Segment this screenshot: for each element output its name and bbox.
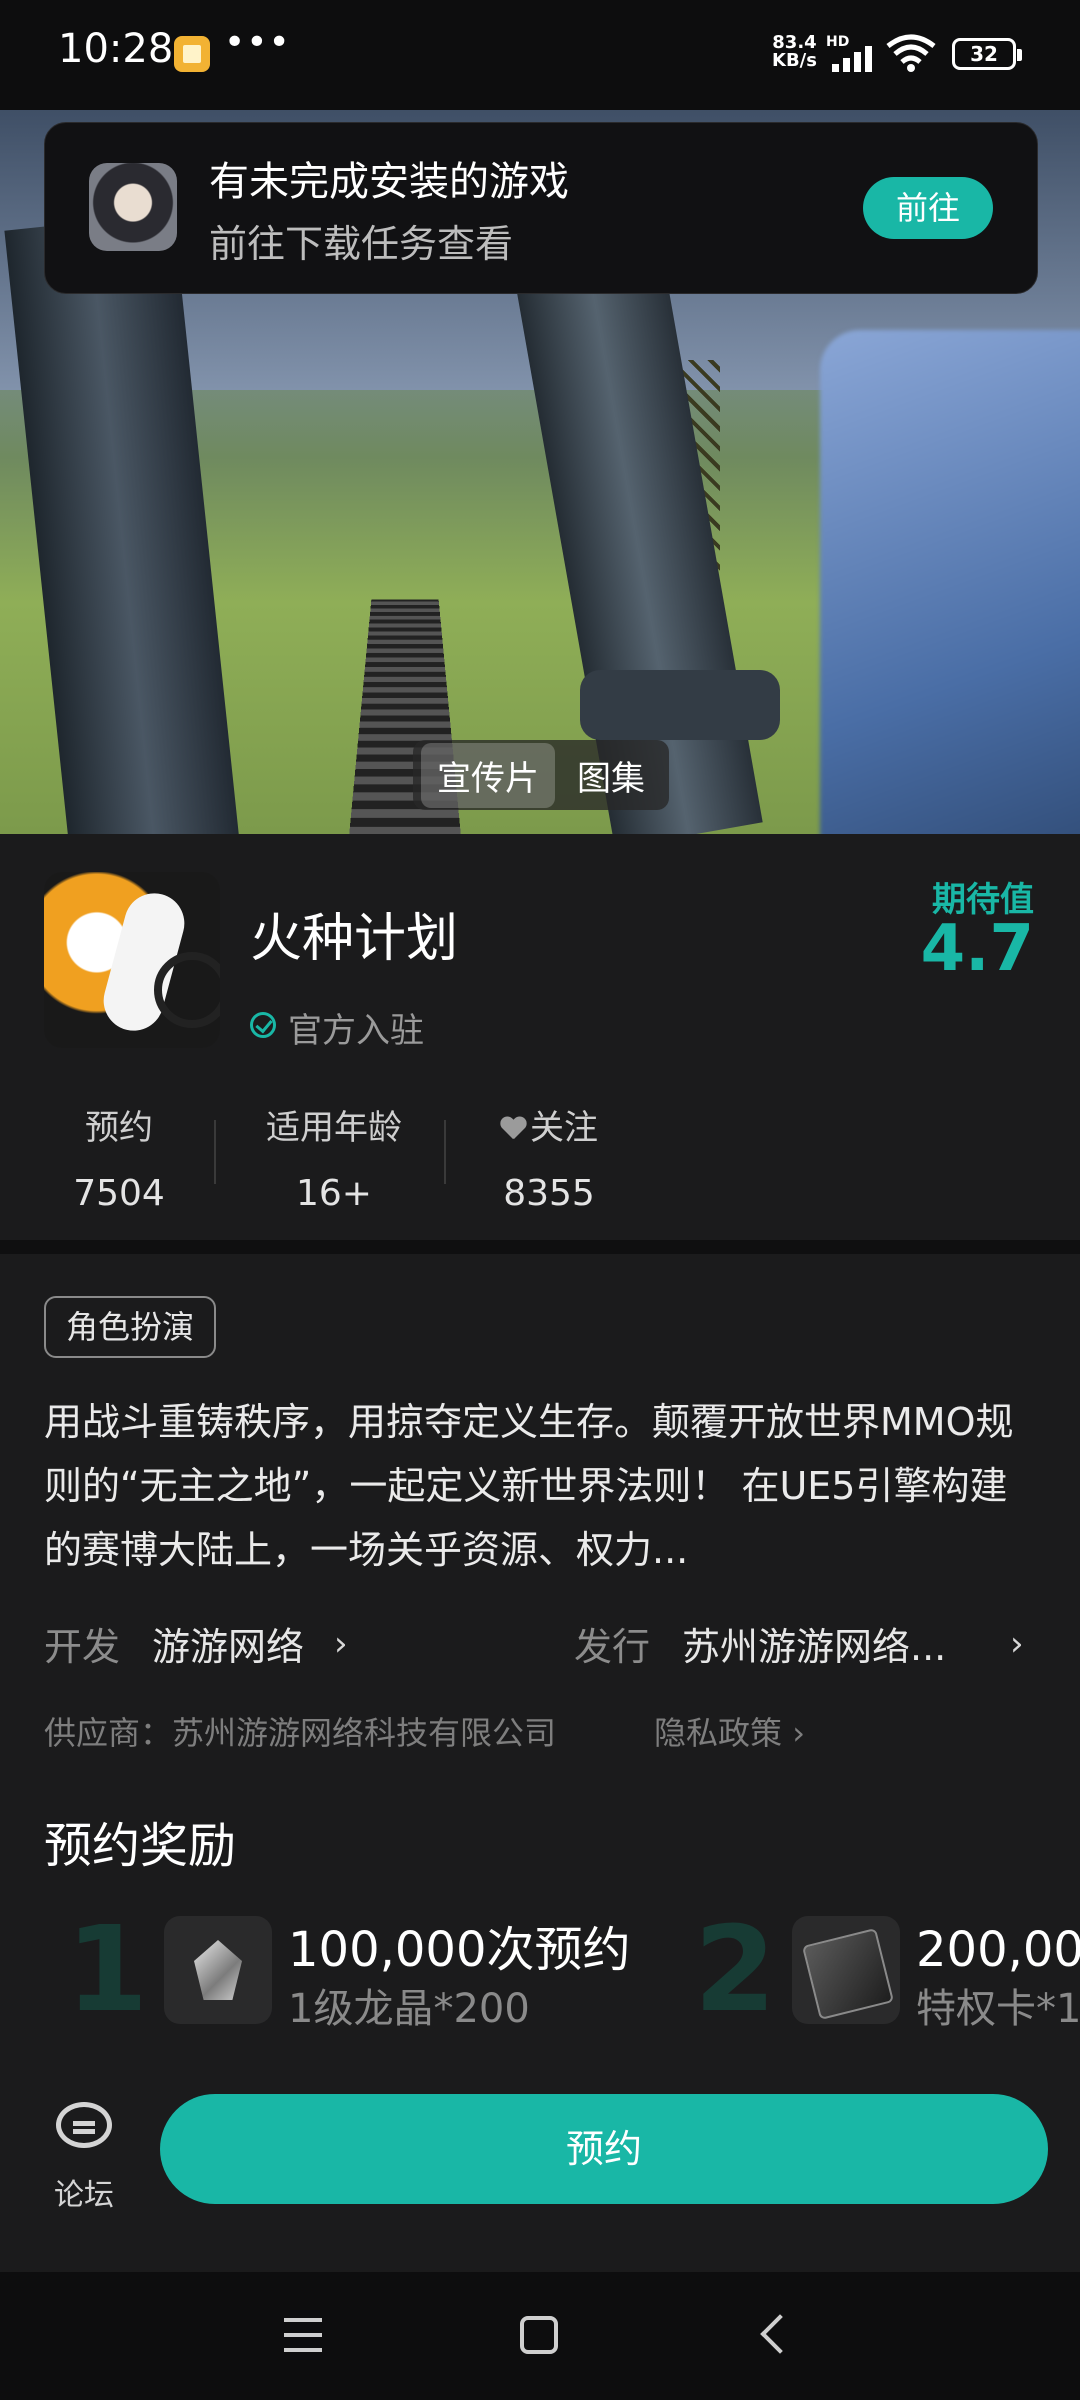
scene-pillar-base [580, 670, 780, 740]
verified-label: 官方入驻 [288, 1011, 424, 1051]
forum-icon[interactable] [56, 2102, 112, 2148]
reward-item[interactable]: 1 100,000次预约 1级龙晶*200 [66, 1900, 631, 2040]
genre-tag[interactable]: 角色扮演 [44, 1296, 217, 1358]
card-icon [792, 1916, 900, 2024]
supplier-info: 供应商：苏州游游网络科技有限公司 [44, 1714, 557, 1752]
developer-label: 开发 [44, 1625, 121, 1669]
notification-app-icon [174, 36, 210, 72]
publisher-link[interactable]: 苏州游游网络... [682, 1616, 946, 1671]
bottom-action-bar: 论坛 预约 [0, 2062, 1080, 2272]
system-nav-bar [0, 2272, 1080, 2400]
wifi-icon [886, 34, 936, 72]
back-icon[interactable] [760, 2314, 800, 2354]
privacy-policy-link[interactable]: 隐私政策 › [654, 1708, 805, 1754]
network-speed: 83.4 KB/s [772, 34, 817, 70]
game-icon [44, 872, 220, 1048]
publisher-label: 发行 [574, 1625, 651, 1669]
stat-label: 关注 [474, 1100, 624, 1149]
status-bar: 10:28 ••• 83.4 KB/s HD 32 [0, 0, 1080, 110]
stat-divider [444, 1120, 446, 1184]
heart-icon [500, 1117, 526, 1141]
more-notifications-icon: ••• [224, 22, 291, 63]
game-stats: 预约 7504 适用年龄 16+ 关注 8355 [44, 1100, 644, 1214]
media-tabs: 宣传片 图集 [413, 740, 669, 810]
stat-value: 8355 [503, 1173, 595, 1214]
go-button[interactable]: 前往 [863, 177, 993, 239]
stat-reservations: 预约 7504 [44, 1100, 194, 1214]
notification-avatar [89, 163, 177, 251]
reward-rank: 1 [66, 1900, 149, 2038]
stat-value: 7504 [73, 1173, 165, 1214]
reward-milestone: 200,000次预约 [916, 1922, 1080, 1978]
reward-item[interactable]: 2 200,000次预约 特权卡*1 [694, 1910, 1080, 2040]
reserve-button[interactable]: 预约 [160, 2094, 1048, 2204]
tab-promo-video[interactable]: 宣传片 [421, 742, 555, 808]
reward-milestone: 100,000次预约 [288, 1922, 631, 1978]
home-icon[interactable] [520, 2316, 558, 2354]
scene-rock [820, 330, 1080, 834]
reward-rank: 2 [694, 1910, 777, 2038]
network-speed-unit: KB/s [772, 50, 817, 71]
forum-label[interactable]: 论坛 [54, 2170, 114, 2214]
chevron-right-icon: › [334, 1624, 348, 1664]
rewards-title: 预约奖励 [44, 1818, 237, 1874]
stat-age-rating: 适用年龄 16+ [244, 1100, 424, 1214]
status-time: 10:28 [58, 26, 174, 72]
signal-icon [832, 46, 872, 72]
crystal-icon [164, 1916, 272, 2024]
stat-label-text: 关注 [530, 1108, 598, 1148]
reward-prize: 特权卡*1 [916, 1986, 1080, 2032]
chevron-right-icon: › [792, 1714, 805, 1752]
stat-value: 16+ [296, 1173, 372, 1214]
expectation-score: 4.7 [920, 912, 1034, 986]
chevron-right-icon: › [1010, 1624, 1024, 1664]
game-title: 火种计划 [250, 909, 459, 969]
stat-divider [214, 1120, 216, 1184]
notification-title: 有未完成安装的游戏 [209, 159, 569, 205]
developer-link[interactable]: 游游网络 [152, 1616, 304, 1671]
stat-label: 适用年龄 [266, 1108, 402, 1148]
stat-followers[interactable]: 关注 8355 [474, 1100, 624, 1214]
notification-subtitle: 前往下载任务查看 [209, 222, 514, 266]
verified-check-icon [250, 1012, 276, 1038]
battery-icon: 32 [952, 38, 1022, 70]
install-notification[interactable]: 有未完成安装的游戏 前往下载任务查看 前往 [44, 122, 1038, 294]
tab-gallery[interactable]: 图集 [561, 743, 661, 808]
stat-label: 预约 [85, 1108, 153, 1148]
developer-publisher-row: 开发 游游网络 › 发行 苏州游游网络... › [44, 1616, 1038, 1672]
reward-prize: 1级龙晶*200 [288, 1986, 530, 2032]
privacy-policy-text: 隐私政策 [654, 1714, 783, 1752]
recent-apps-icon[interactable] [284, 2318, 322, 2352]
game-description[interactable]: 用战斗重铸秩序，用掠夺定义生存。颠覆开放世界MMO规则的“无主之地”，一起定义新… [44, 1390, 1038, 1580]
section-divider [0, 1240, 1080, 1254]
